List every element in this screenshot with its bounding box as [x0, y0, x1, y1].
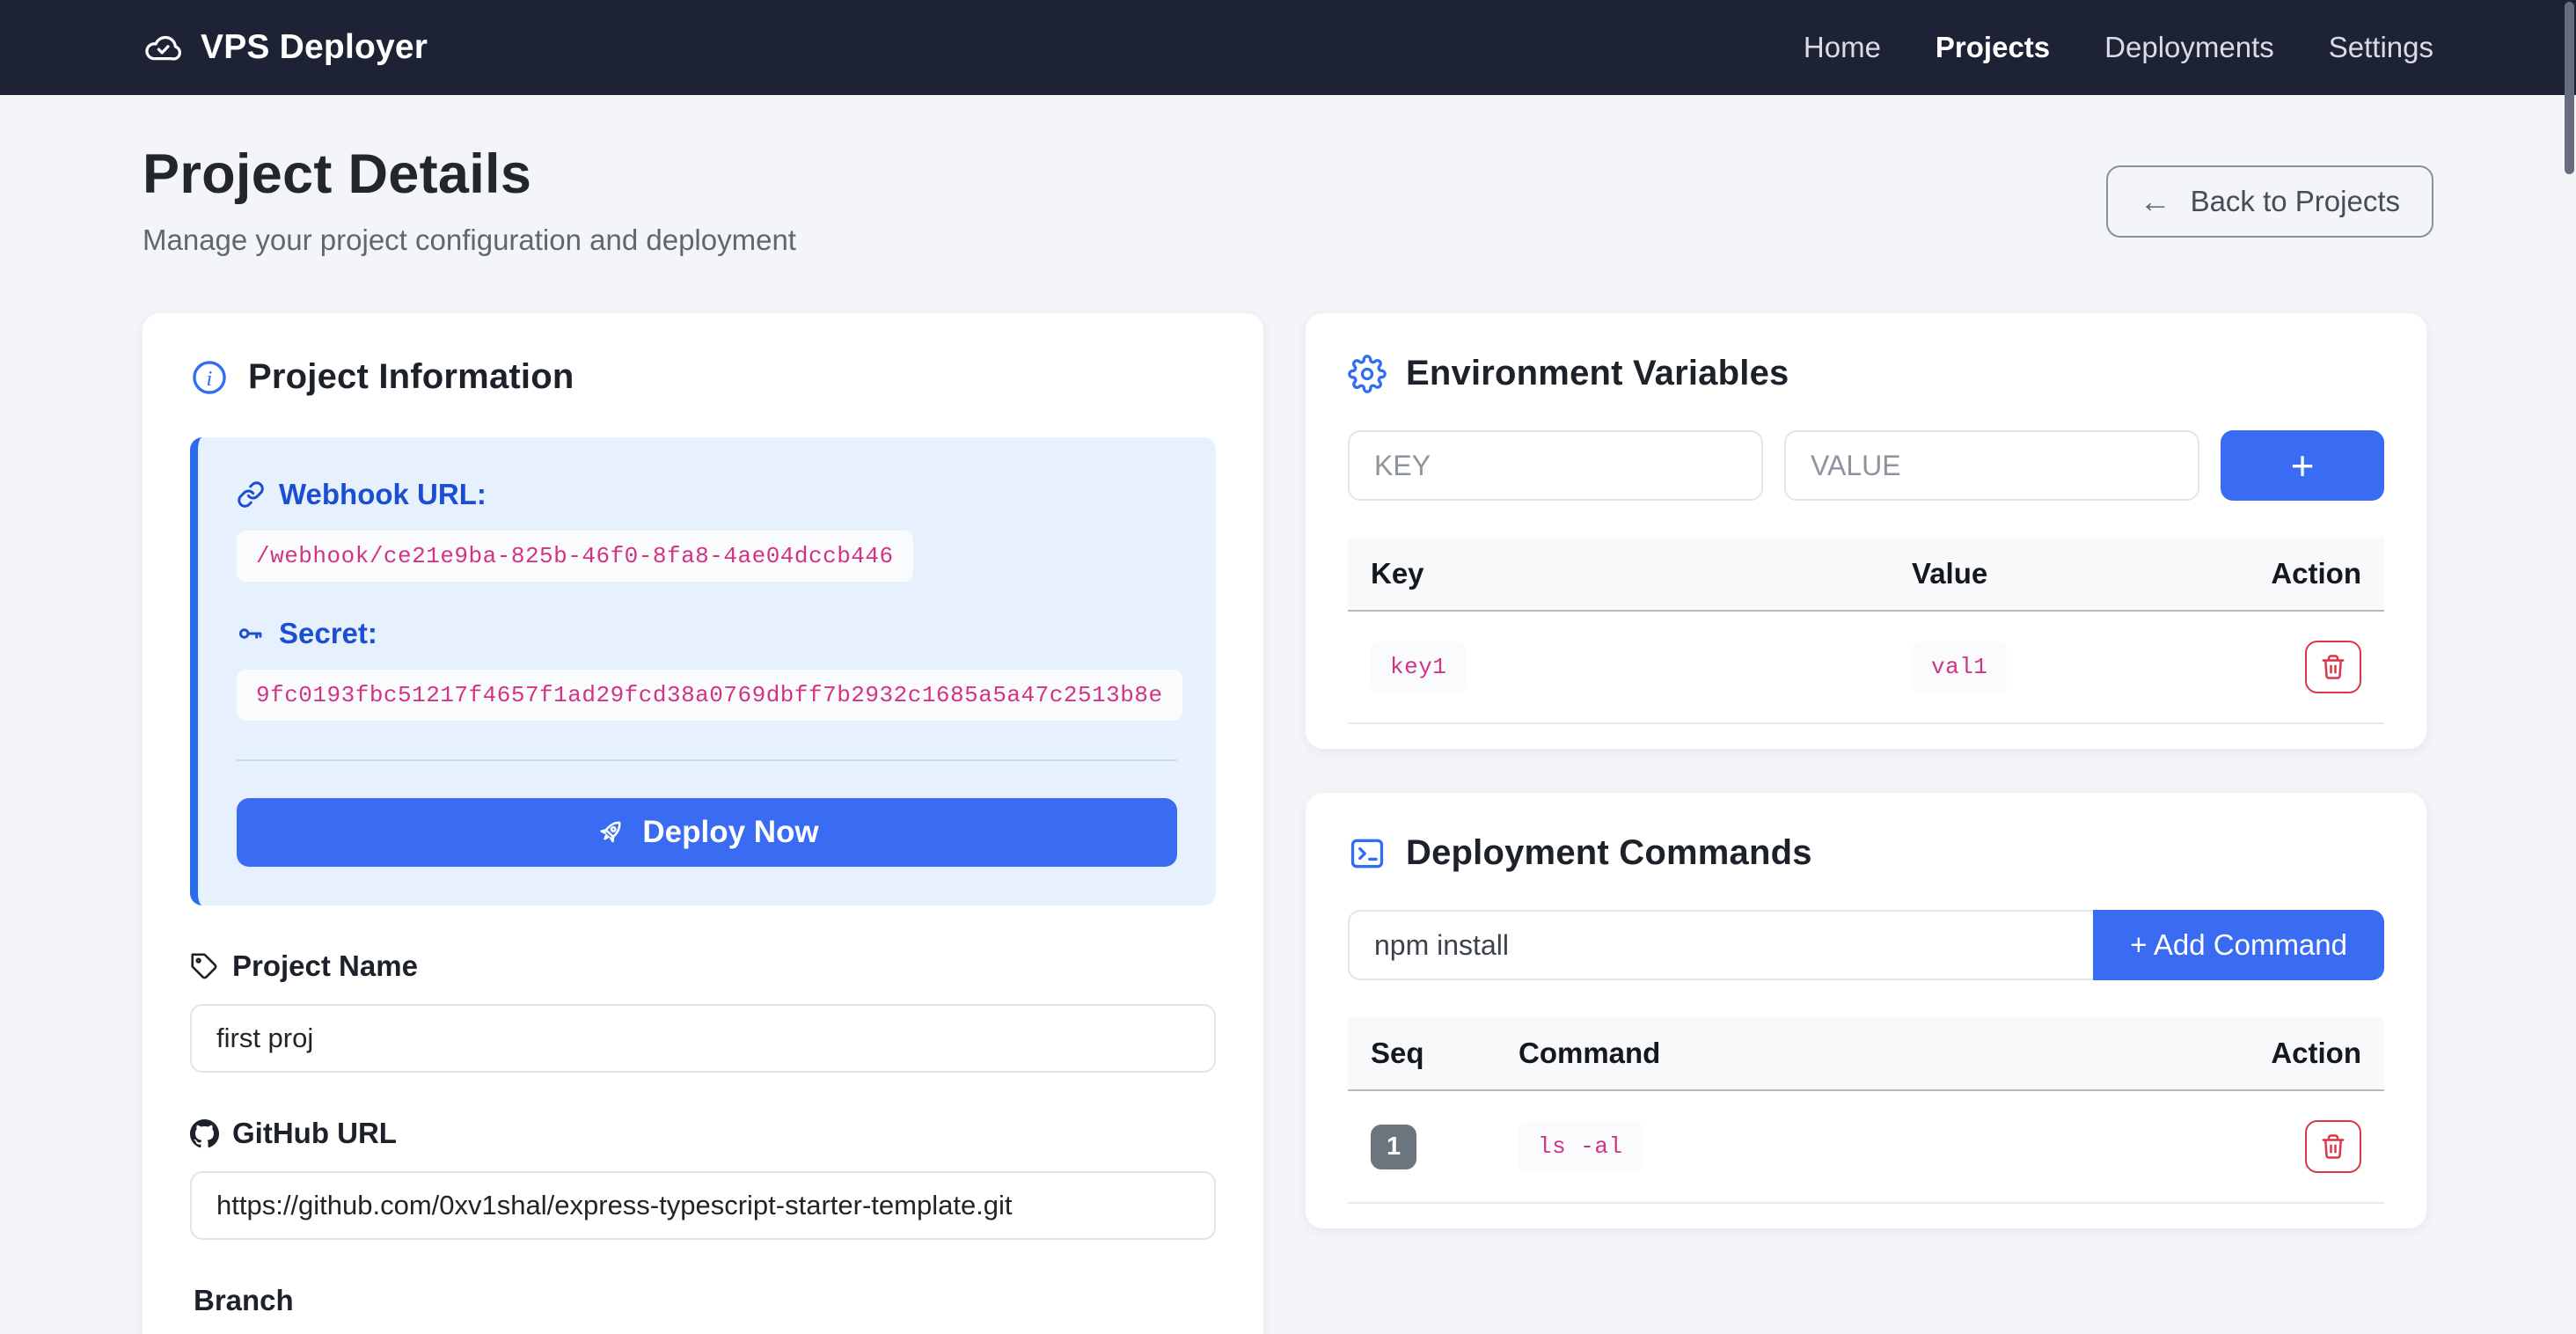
webhook-url-label-row: Webhook URL:: [237, 478, 1177, 511]
add-command-button[interactable]: + Add Command: [2093, 910, 2384, 980]
main-content: Project Details Manage your project conf…: [0, 95, 2576, 1334]
command-input[interactable]: [1348, 910, 2093, 980]
project-name-label: Project Name: [232, 949, 418, 983]
secret-value: 9fc0193fbc51217f4657f1ad29fcd38a0769dbff…: [237, 670, 1182, 721]
deploy-now-label: Deploy Now: [642, 815, 818, 850]
cmd-header-command: Command: [1519, 1037, 2203, 1070]
webhook-url-label: Webhook URL:: [279, 478, 487, 511]
commands-table-row: 1 ls -al: [1348, 1091, 2384, 1204]
project-name-input[interactable]: [190, 1004, 1216, 1073]
github-url-input[interactable]: [190, 1171, 1216, 1240]
trash-icon: [2320, 1133, 2346, 1160]
delete-env-variable-button[interactable]: [2305, 641, 2361, 693]
project-name-label-row: Project Name: [190, 949, 1216, 983]
env-row-value: val1: [1912, 641, 2007, 693]
nav-item-home[interactable]: Home: [1804, 31, 1881, 64]
gear-icon: [1348, 355, 1387, 393]
secret-label-row: Secret:: [237, 617, 1177, 650]
brand[interactable]: VPS Deployer: [143, 27, 428, 68]
nav-links: Home Projects Deployments Settings: [1804, 31, 2433, 64]
project-information-header: i Project Information: [190, 357, 1216, 397]
env-table-header: Key Value Action: [1348, 538, 2384, 612]
env-input-row: +: [1348, 430, 2384, 501]
panel-divider: [237, 759, 1177, 761]
github-url-label-row: GitHub URL: [190, 1117, 1216, 1150]
key-icon: [237, 619, 265, 648]
rocket-icon: [595, 817, 626, 848]
deploy-now-button[interactable]: Deploy Now: [237, 798, 1177, 867]
env-key-input[interactable]: [1348, 430, 1763, 501]
branch-label: Branch: [194, 1284, 294, 1317]
secret-label: Secret:: [279, 617, 377, 650]
env-value-input[interactable]: [1784, 430, 2199, 501]
nav-item-settings[interactable]: Settings: [2329, 31, 2433, 64]
commands-table-header: Seq Command Action: [1348, 1017, 2384, 1091]
deployment-commands-title: Deployment Commands: [1406, 833, 1812, 873]
terminal-icon: [1348, 834, 1387, 873]
delete-command-button[interactable]: [2305, 1120, 2361, 1173]
commands-table: Seq Command Action 1 ls -al: [1348, 1017, 2384, 1204]
left-arrow-icon: ←: [2140, 186, 2171, 217]
env-variables-table: Key Value Action key1 val1: [1348, 538, 2384, 724]
cloud-check-icon: [143, 27, 183, 68]
content-columns: i Project Information Webhook URL: /webh…: [143, 313, 2433, 1334]
link-icon: [237, 480, 265, 509]
scrollbar-thumb[interactable]: [2565, 2, 2574, 174]
page-title: Project Details: [143, 143, 796, 206]
environment-variables-card: Environment Variables + Key Value Action: [1306, 313, 2426, 749]
deployment-commands-card: Deployment Commands + Add Command Seq Co…: [1306, 793, 2426, 1228]
env-header-value: Value: [1912, 557, 2203, 590]
tag-icon: [190, 952, 219, 981]
github-icon: [190, 1119, 219, 1148]
brand-name: VPS Deployer: [201, 28, 428, 67]
back-button-label: Back to Projects: [2191, 185, 2400, 218]
nav-item-deployments[interactable]: Deployments: [2104, 31, 2274, 64]
svg-text:i: i: [206, 367, 212, 391]
env-header-action: Action: [2271, 557, 2361, 590]
trash-icon: [2320, 654, 2346, 680]
github-url-label: GitHub URL: [232, 1117, 397, 1150]
add-env-variable-button[interactable]: +: [2221, 430, 2384, 501]
page-header-text: Project Details Manage your project conf…: [143, 143, 796, 257]
env-table-row: key1 val1: [1348, 612, 2384, 724]
webhook-panel: Webhook URL: /webhook/ce21e9ba-825b-46f0…: [190, 437, 1216, 905]
info-icon: i: [190, 358, 229, 397]
environment-variables-title: Environment Variables: [1406, 354, 1789, 393]
deployment-commands-header: Deployment Commands: [1348, 833, 2384, 873]
env-header-key: Key: [1371, 557, 1912, 590]
cmd-header-seq: Seq: [1371, 1037, 1519, 1070]
branch-label-row: Branch: [190, 1284, 1216, 1317]
page: VPS Deployer Home Projects Deployments S…: [0, 0, 2576, 1334]
webhook-url-value: /webhook/ce21e9ba-825b-46f0-8fa8-4ae04dc…: [237, 531, 913, 582]
page-header: Project Details Manage your project conf…: [143, 143, 2433, 257]
project-information-title: Project Information: [248, 357, 574, 397]
command-input-group: + Add Command: [1348, 910, 2384, 980]
cmd-header-action: Action: [2271, 1037, 2361, 1070]
right-column: Environment Variables + Key Value Action: [1306, 313, 2426, 1228]
back-to-projects-button[interactable]: ← Back to Projects: [2106, 165, 2433, 238]
command-row-value: ls -al: [1519, 1121, 1643, 1172]
project-information-card: i Project Information Webhook URL: /webh…: [143, 313, 1263, 1334]
navbar: VPS Deployer Home Projects Deployments S…: [0, 0, 2576, 95]
command-seq-badge: 1: [1371, 1125, 1416, 1169]
environment-variables-header: Environment Variables: [1348, 354, 2384, 393]
nav-item-projects[interactable]: Projects: [1936, 31, 2050, 64]
page-subtitle: Manage your project configuration and de…: [143, 224, 796, 257]
env-row-key: key1: [1371, 641, 1466, 693]
